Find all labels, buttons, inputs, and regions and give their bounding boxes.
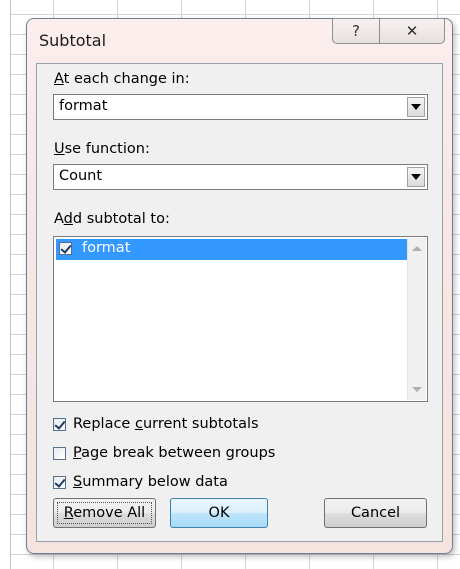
list-item[interactable]: format: [56, 239, 407, 260]
subtotal-dialog: Subtotal ? ✕ At each change in: format U…: [26, 18, 453, 554]
remove-all-button[interactable]: Remove All: [53, 498, 156, 528]
scroll-up-icon[interactable]: [412, 246, 422, 251]
ok-button[interactable]: OK: [170, 498, 268, 528]
close-icon: ✕: [405, 22, 419, 40]
use-function-value: Count: [59, 168, 103, 184]
scroll-down-icon[interactable]: [412, 387, 422, 392]
remove-all-label: Remove All: [63, 505, 146, 521]
replace-subtotals-label: Replace current subtotals: [73, 416, 259, 432]
page-break-label: Page break between groups: [73, 445, 276, 461]
summary-below-checkbox[interactable]: [53, 475, 66, 489]
dialog-title: Subtotal: [39, 31, 107, 50]
summary-below-option[interactable]: Summary below data: [53, 472, 228, 492]
close-button[interactable]: ✕: [379, 18, 445, 44]
help-icon: ?: [352, 22, 360, 40]
add-subtotal-list[interactable]: format: [53, 236, 428, 402]
page-break-option[interactable]: Page break between groups: [53, 443, 275, 463]
sheet-edge: [0, 0, 11, 569]
summary-below-label: Summary below data: [73, 474, 228, 490]
dropdown-arrow-icon[interactable]: [407, 167, 425, 187]
dialog-body: At each change in: format Use function: …: [36, 63, 443, 542]
cancel-button[interactable]: Cancel: [324, 498, 427, 528]
list-scrollbar[interactable]: [407, 238, 426, 400]
replace-subtotals-option[interactable]: Replace current subtotals: [53, 414, 259, 434]
use-function-select[interactable]: Count: [53, 164, 428, 190]
cancel-label: Cancel: [350, 505, 401, 521]
change-in-label: At each change in:: [54, 71, 190, 87]
use-function-label: Use function:: [54, 141, 150, 157]
checkbox-icon[interactable]: [59, 242, 72, 255]
page-break-checkbox[interactable]: [53, 446, 66, 460]
help-button[interactable]: ?: [332, 18, 380, 44]
ok-label: OK: [208, 505, 230, 521]
dropdown-arrow-icon[interactable]: [407, 97, 425, 117]
change-in-value: format: [59, 98, 108, 114]
list-item-label: format: [82, 240, 131, 256]
add-subtotal-label: Add subtotal to:: [54, 211, 170, 227]
replace-subtotals-checkbox[interactable]: [53, 417, 66, 431]
change-in-select[interactable]: format: [53, 94, 428, 120]
